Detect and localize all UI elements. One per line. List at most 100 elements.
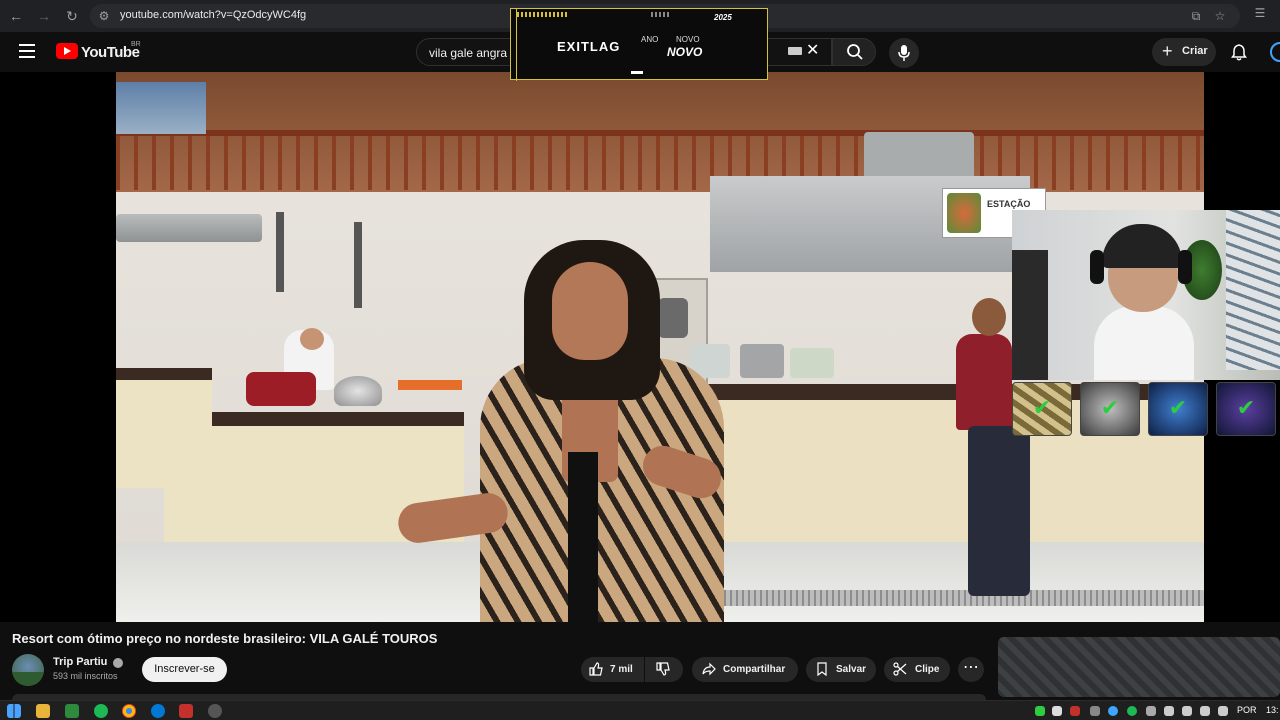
tray-icon[interactable] [1146, 706, 1156, 716]
pendant-lamp [276, 212, 284, 292]
keyboard-language[interactable]: POR [1237, 705, 1257, 715]
banner-ano: ANO [641, 35, 659, 44]
tray-icon[interactable] [1070, 706, 1080, 716]
save-label: Salvar [836, 664, 867, 675]
headphone [1090, 250, 1104, 284]
clip-button[interactable]: Clipe [884, 657, 950, 682]
air-duct [116, 214, 262, 242]
tray-icon[interactable] [1108, 706, 1118, 716]
reload-icon[interactable]: ↻ [62, 6, 82, 26]
search-query: vila gale angra [429, 46, 508, 60]
hood-chimney [864, 132, 974, 176]
floor-drain [676, 590, 1204, 606]
railing [116, 134, 1204, 190]
scissors-icon [893, 662, 907, 676]
app-icon[interactable] [179, 704, 193, 718]
search-button[interactable] [832, 38, 876, 66]
notifications-bell-icon[interactable] [1230, 43, 1248, 61]
app-icon[interactable] [208, 704, 222, 718]
keyboard-icon[interactable] [788, 47, 802, 55]
recommended-video-thumbnail[interactable] [998, 637, 1280, 697]
url-text: youtube.com/watch?v=QzOdcyWC4fg [120, 9, 307, 21]
clock[interactable]: 13: [1266, 705, 1279, 715]
wifi-icon[interactable] [1200, 706, 1210, 716]
channel-name[interactable]: Trip Partiu [53, 656, 107, 668]
menu-icon[interactable] [19, 44, 35, 58]
share-button[interactable]: Compartilhar [692, 657, 798, 682]
banner-novo: NOVO [676, 35, 700, 44]
streamer-shirt [1094, 306, 1194, 380]
station-sign-text: ESTAÇÃO [987, 199, 1031, 209]
banner-frame [511, 9, 517, 81]
guest-pants [968, 426, 1030, 596]
clip-label: Clipe [915, 664, 940, 675]
search-icon [847, 44, 863, 60]
chair [1012, 250, 1048, 380]
thumbs-down-icon [656, 662, 670, 676]
channel-avatar[interactable] [12, 654, 44, 686]
dislike-button[interactable] [645, 657, 683, 682]
spotify-icon[interactable] [94, 704, 108, 718]
food-pan [398, 380, 462, 390]
more-actions-icon[interactable]: ⋯ [958, 657, 984, 682]
tray-icon[interactable] [1090, 706, 1100, 716]
network-icon[interactable] [1182, 706, 1192, 716]
edge-icon[interactable] [151, 704, 165, 718]
banner-year: 2025 [714, 13, 732, 22]
avatar-ground [12, 672, 44, 686]
file-explorer-icon[interactable] [36, 704, 50, 718]
clear-search-icon[interactable]: ✕ [806, 42, 819, 60]
share-label: Compartilhar [723, 664, 786, 675]
country-code: BR [131, 41, 141, 48]
video-title: Resort com ótimo preço no nordeste brasi… [12, 631, 438, 646]
presenter-top [568, 452, 598, 622]
tray-icon[interactable] [1052, 706, 1062, 716]
taskbar: POR 13: [0, 700, 1280, 720]
subscribe-button[interactable]: Inscrever-se [142, 657, 227, 682]
chrome-icon[interactable] [122, 704, 136, 718]
checkmark-icon: ✔ [1032, 395, 1052, 420]
guest-head [972, 298, 1006, 336]
streamer-webcam [1012, 210, 1280, 380]
tray-icon[interactable] [1035, 706, 1045, 716]
like-button[interactable]: 7 mil [581, 657, 644, 682]
achievement-card: ✔ [1012, 382, 1072, 436]
bookmark-star-icon[interactable]: ☆ [1212, 8, 1228, 24]
verified-badge-icon [113, 658, 123, 668]
banner-stripes [517, 12, 567, 17]
microphone-icon [898, 45, 910, 61]
reading-list-icon[interactable]: ☰ [1252, 5, 1268, 21]
thumbs-up-icon [589, 662, 603, 676]
save-button[interactable]: Salvar [806, 657, 876, 682]
chef-head [300, 328, 324, 350]
windows-start-icon[interactable] [7, 704, 21, 718]
railing-top [116, 130, 1204, 136]
forward-icon[interactable]: → [34, 6, 54, 26]
like-count: 7 mil [610, 664, 633, 675]
install-app-icon[interactable]: ⧉ [1188, 8, 1204, 24]
site-info-icon[interactable]: ⚙ [96, 8, 112, 24]
presenter-face [552, 262, 628, 360]
back-icon[interactable]: ← [6, 6, 26, 26]
serving-dome [334, 376, 382, 406]
video-player[interactable]: ESTAÇÃO ✔ ✔ ✔ ✔ [0, 72, 1280, 622]
window [116, 82, 206, 134]
bowl [790, 348, 834, 378]
exitlag-banner: 2025 EXITLAG ANO NOVO NOVO [510, 8, 768, 81]
volume-icon[interactable] [1218, 706, 1228, 716]
create-button[interactable]: + Criar [1152, 38, 1216, 66]
subscriber-count: 593 mil inscritos [53, 671, 118, 681]
voice-search-button[interactable] [889, 38, 919, 68]
achievement-card: ✔ [1080, 382, 1140, 436]
mic-tray-icon[interactable] [1164, 706, 1174, 716]
checkmark-icon: ✔ [1100, 395, 1120, 420]
checkmark-icon: ✔ [1168, 395, 1188, 420]
share-icon [702, 662, 716, 676]
guest-shirt [956, 334, 1012, 430]
app-icon[interactable] [65, 704, 79, 718]
account-avatar[interactable] [1270, 42, 1280, 62]
youtube-logo-icon[interactable] [56, 43, 78, 59]
curtain [1226, 210, 1280, 370]
food-tray [246, 372, 316, 406]
tray-icon[interactable] [1127, 706, 1137, 716]
